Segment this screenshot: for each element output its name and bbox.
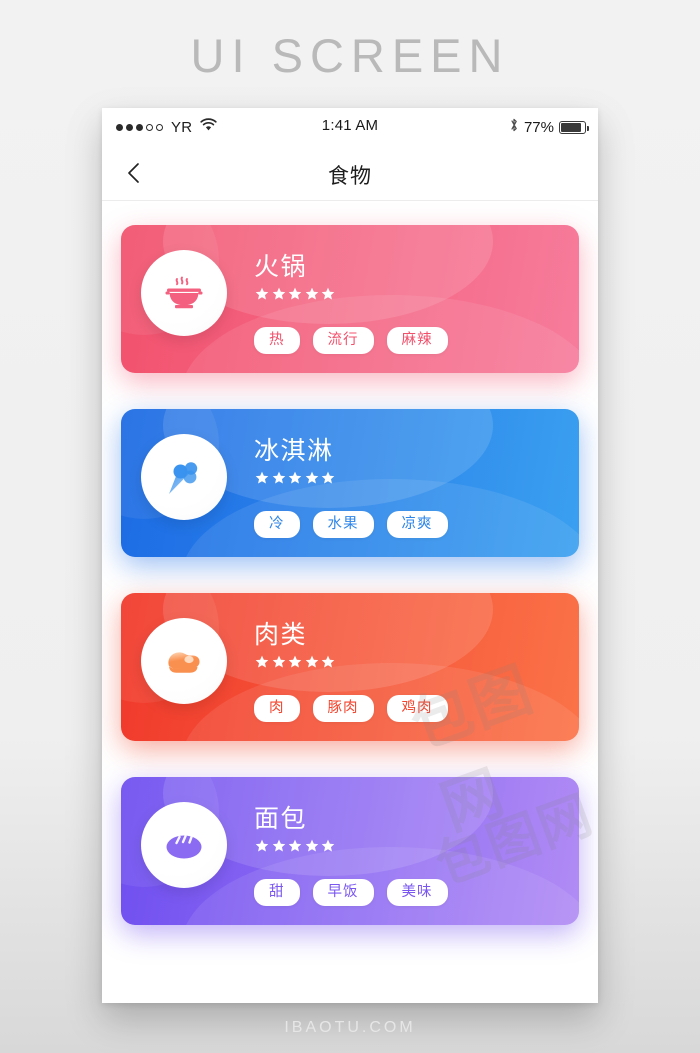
tag-chip[interactable]: 凉爽	[386, 511, 448, 538]
food-title: 面包	[254, 805, 308, 833]
tag-chip[interactable]: 豚肉	[312, 695, 374, 722]
rating-stars	[255, 839, 335, 853]
food-card-ice-cream[interactable]: 冰淇淋冷水果 凉爽	[121, 409, 579, 557]
bread-icon	[166, 835, 202, 859]
ice-cream-icon	[169, 462, 198, 494]
star-icon	[288, 655, 302, 668]
star-icon	[255, 471, 269, 484]
food-icon-bread	[141, 802, 227, 888]
food-icon-meat	[141, 618, 227, 704]
tag-chip[interactable]: 肉	[254, 695, 300, 722]
rating-stars	[255, 655, 335, 669]
star-icon	[288, 287, 302, 300]
hotpot-icon	[165, 276, 203, 309]
status-bar-right: 77%	[509, 117, 589, 138]
page-title: UI SCREEN	[190, 29, 510, 82]
star-icon	[288, 471, 302, 484]
star-icon	[321, 655, 335, 668]
tag-list: 肉豚肉 鸡肉	[254, 695, 448, 722]
food-icon-ice-cream	[141, 434, 227, 520]
food-category-list: 火锅热流行 麻辣 冰淇淋冷水果 凉爽 肉类肉豚肉 鸡肉 面包 甜 早饭 美味	[102, 201, 598, 925]
star-icon	[321, 839, 335, 852]
nav-bar: 食物	[102, 145, 598, 201]
page-footer: IBAOTU.COM	[284, 1019, 416, 1036]
nav-title: 食物	[328, 165, 372, 188]
food-card-hotpot[interactable]: 火锅热流行 麻辣	[121, 225, 579, 373]
tag-chip[interactable]: 冷	[254, 511, 300, 538]
star-icon	[288, 839, 302, 852]
star-icon	[305, 287, 318, 300]
status-bar: YR 1:41 AM 77%	[102, 108, 598, 145]
food-icon-hotpot	[141, 250, 227, 336]
food-title: 冰淇淋	[254, 437, 334, 465]
phone-frame: YR 1:41 AM 77% 食物 火锅 热 流行 麻辣 冰淇淋 冷 水果 凉爽…	[102, 108, 598, 1003]
star-icon	[255, 655, 269, 668]
tag-chip[interactable]: 水果	[312, 511, 374, 538]
food-card-bread[interactable]: 面包甜早饭 美味	[121, 777, 579, 925]
star-icon	[272, 287, 285, 300]
star-icon	[272, 655, 285, 668]
star-icon	[305, 839, 318, 852]
meat-icon	[168, 652, 200, 673]
tag-list: 甜早饭 美味	[254, 879, 448, 906]
star-icon	[272, 471, 285, 484]
tag-chip[interactable]: 热	[254, 327, 300, 354]
tag-chip[interactable]: 麻辣	[386, 327, 448, 354]
battery-percent-label: 77%	[523, 119, 554, 136]
food-card-body[interactable]: 面包甜早饭 美味	[121, 777, 579, 925]
battery-icon	[559, 121, 589, 134]
food-card-body[interactable]: 肉类肉豚肉 鸡肉	[121, 593, 579, 741]
food-card-body[interactable]: 冰淇淋冷水果 凉爽	[121, 409, 579, 557]
star-icon	[272, 839, 285, 852]
tag-chip[interactable]: 美味	[386, 879, 448, 906]
food-card-meat[interactable]: 肉类肉豚肉 鸡肉	[121, 593, 579, 741]
tag-chip[interactable]: 早饭	[312, 879, 374, 906]
star-icon	[255, 839, 269, 852]
rating-stars	[255, 471, 335, 485]
food-title: 火锅	[254, 253, 308, 281]
star-icon	[321, 471, 335, 484]
tag-chip[interactable]: 鸡肉	[386, 695, 448, 722]
food-card-body[interactable]: 火锅热流行 麻辣	[121, 225, 579, 373]
bluetooth-icon	[509, 117, 519, 138]
tag-list: 冷水果 凉爽	[254, 511, 448, 538]
tag-list: 热流行 麻辣	[254, 327, 448, 354]
tag-chip[interactable]: 流行	[312, 327, 374, 354]
star-icon	[321, 287, 335, 300]
rating-stars	[255, 287, 335, 301]
food-title: 肉类	[254, 621, 308, 649]
star-icon	[305, 655, 318, 668]
star-icon	[255, 287, 269, 300]
star-icon	[305, 471, 318, 484]
tag-chip[interactable]: 甜	[254, 879, 300, 906]
